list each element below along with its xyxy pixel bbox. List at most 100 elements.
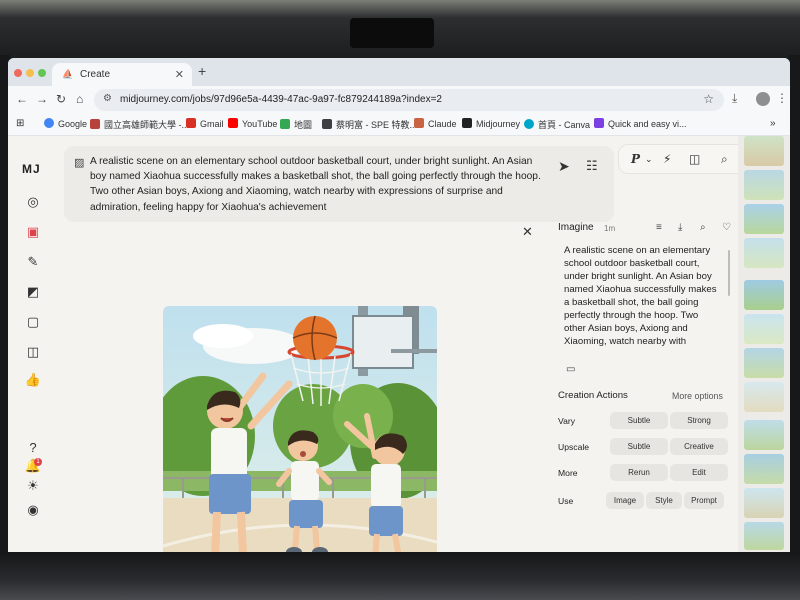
send-icon[interactable]: ➤ [558,158,570,175]
search-icon[interactable]: ⌕ [721,152,728,167]
back-arrow-icon[interactable]: ← [16,92,28,106]
use-style-button[interactable]: Style [646,492,682,509]
bookmark-youtube[interactable]: YouTube [228,118,277,129]
edit-icon[interactable]: ✎ [24,254,42,270]
home-icon[interactable]: ⌂ [76,92,83,106]
personalize-p-button[interactable]: P [631,152,640,166]
bookmark-label: 蔡明富 - SPE 特教... [336,120,418,130]
generated-image[interactable] [163,306,437,552]
thumbnail[interactable] [744,314,784,344]
explore-compass-icon[interactable]: ◎ [24,194,42,210]
laptop-camera-notch [350,18,434,48]
browser-menu-icon[interactable]: ⋮ [776,91,788,105]
bookmark-google[interactable]: Google [44,118,87,129]
bookmark-spe[interactable]: 蔡明富 - SPE 特教... [322,118,417,131]
midjourney-favicon-icon: ⛵ [62,69,74,79]
edit-button[interactable]: Edit [670,464,728,481]
search-icon[interactable]: ⌕ [700,222,706,233]
bookmark-nknu[interactable]: 國立高雄師範大學 -... [90,118,189,131]
bookmark-canva[interactable]: 首頁 - Canva [524,118,590,131]
browser-tab-create[interactable]: ⛵ Create ✕ [52,63,192,86]
mj-logo[interactable]: MJ [22,162,41,176]
chat-icon[interactable]: ◫ [24,344,42,360]
thumbnail[interactable] [744,136,784,166]
settings-sliders-icon[interactable]: ☷ [586,158,598,174]
new-tab-icon[interactable]: + [198,63,206,79]
download-icon[interactable]: ⤓ [732,91,737,106]
rerun-button[interactable]: Rerun [610,464,668,481]
panel-scrollbar[interactable] [728,250,730,296]
thumbnail[interactable] [744,280,784,310]
prompt-box[interactable]: ▨ A realistic scene on an elementary sch… [64,146,614,222]
bookmark-label: 首頁 - Canva [538,120,591,130]
prompt-input[interactable]: A realistic scene on an elementary schoo… [90,154,550,215]
site-settings-icon[interactable]: ⚙ [103,93,112,104]
organize-image-icon[interactable]: ▢ [24,314,42,330]
vary-strong-button[interactable]: Strong [670,412,728,429]
tab-close-icon[interactable]: ✕ [175,68,184,81]
address-bar[interactable]: ⚙ midjourney.com/jobs/97d96e5a-4439-47ac… [94,89,724,111]
close-detail-icon[interactable]: ✕ [522,224,533,240]
thumbnail[interactable] [744,382,784,412]
reload-icon[interactable]: ↻ [56,92,66,106]
menu-lines-icon[interactable]: ≡ [656,222,662,233]
bookmark-label: Google [58,119,88,129]
gmail-icon [186,118,196,128]
folder-icon[interactable]: ▭ [566,364,575,375]
use-prompt-button[interactable]: Prompt [684,492,724,509]
browser-tab-strip: ⛵ Create ✕ + [8,58,790,86]
upscale-creative-button[interactable]: Creative [670,438,728,455]
thumbnail[interactable] [744,204,784,234]
bookmark-maps[interactable]: 地圖 [280,118,312,131]
profile-avatar[interactable] [756,92,770,106]
thumbnail[interactable] [744,170,784,200]
account-icon[interactable]: ◉ [24,502,42,518]
image-prompt-icon[interactable]: ▨ [74,156,84,169]
create-brush-icon[interactable]: ▣ [24,224,42,240]
panel-time: 1m [604,224,616,233]
browser-toolbar: ← → ↻ ⌂ ⚙ midjourney.com/jobs/97d96e5a-4… [8,86,790,114]
panel-title: Imagine [558,222,594,233]
window-maximize-button[interactable] [38,69,46,77]
bookmark-quick[interactable]: Quick and easy vi... [594,118,687,129]
upscale-subtle-button[interactable]: Subtle [610,438,668,455]
bookmark-midjourney[interactable]: Midjourney [462,118,520,129]
bookmark-star-icon[interactable]: ☆ [703,92,714,106]
personalize-icon[interactable]: ◩ [24,284,42,300]
thumbnail[interactable] [744,522,784,550]
bookmark-label: Claude [428,119,457,129]
bookmark-label: Midjourney [476,119,521,129]
screen: ⛵ Create ✕ + ← → ↻ ⌂ ⚙ midjourney.com/jo… [8,58,790,552]
chat-mode-icon[interactable]: ◫ [689,152,700,166]
thumbnail[interactable] [744,420,784,450]
download-icon[interactable]: ⤓ [678,222,682,233]
use-image-button[interactable]: Image [606,492,644,509]
theme-sun-icon[interactable]: ☀ [24,478,42,494]
bookmarks-bar: ⊞ Google 國立高雄師範大學 -... Gmail YouTube 地圖 … [8,114,790,136]
bookmark-claude[interactable]: Claude [414,118,457,129]
thumbnail[interactable] [744,488,784,518]
left-sidebar: MJ ◎ ▣ ✎ ◩ ▢ ◫ 👍 ? 🔔 1 ☀ ◉ [8,136,58,552]
thumbnail[interactable] [744,348,784,378]
chevron-down-icon[interactable]: ⌄ [645,154,653,165]
vary-label: Vary [558,416,576,426]
bookmark-gmail[interactable]: Gmail [186,118,224,129]
apps-grid-icon[interactable]: ⊞ [16,118,24,129]
panel-prompt-text[interactable]: A realistic scene on an elementary schoo… [564,244,720,348]
more-bookmarks-icon[interactable]: » [770,118,776,129]
speed-bolt-icon[interactable]: ⚡ [663,152,671,166]
vary-subtle-button[interactable]: Subtle [610,412,668,429]
thumbnail[interactable] [744,238,784,268]
window-close-button[interactable] [14,69,22,77]
window-minimize-button[interactable] [26,69,34,77]
like-heart-icon[interactable]: ♡ [722,222,731,233]
youtube-icon [228,118,238,128]
more-label: More [558,468,578,478]
midjourney-icon [462,118,472,128]
thumbnail[interactable] [744,454,784,484]
more-options-link[interactable]: More options [672,391,723,401]
thumbs-up-icon[interactable]: 👍 [24,372,42,388]
forward-arrow-icon[interactable]: → [36,92,48,106]
spe-icon [322,119,332,129]
help-icon[interactable]: ? [24,440,42,455]
